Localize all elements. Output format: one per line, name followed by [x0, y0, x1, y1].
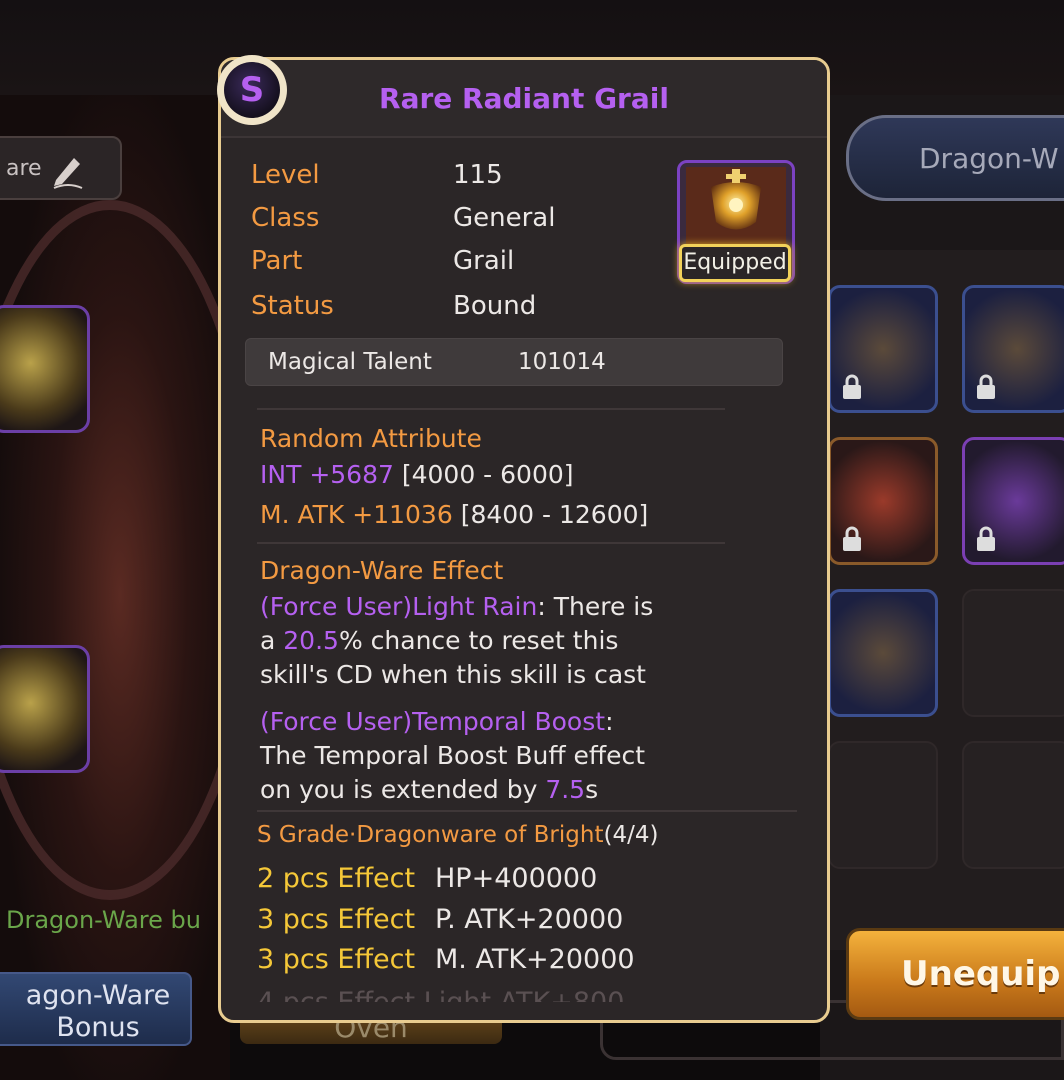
effect-1-text-b: a — [260, 626, 284, 655]
equipped-tag: Equipped — [679, 244, 791, 282]
effect-1-text-d: skill's CD when this skill is cast — [260, 660, 646, 689]
equipped-slot-1[interactable] — [0, 305, 90, 433]
set-effect-label: 3 pcs Effect — [257, 944, 416, 975]
pen-icon[interactable] — [48, 150, 88, 190]
effect-2-text-a: : — [605, 707, 614, 736]
int-attribute-line: INT +5687 [4000 - 6000] — [260, 460, 574, 489]
item-tooltip: Rare Radiant Grail Level 115 Class Gener… — [218, 57, 830, 1023]
effect-light-rain: (Force User)Light Rain: There is a 20.5%… — [260, 590, 780, 692]
lock-icon — [843, 374, 861, 399]
level-value: 115 — [453, 160, 503, 190]
talent-label: Magical Talent — [268, 349, 432, 375]
inventory-item[interactable] — [828, 437, 938, 565]
set-effect-value: M. ATK+20000 — [435, 944, 635, 975]
effect-2-text-c: on you is extended by — [260, 775, 546, 804]
int-range: [4000 - 6000] — [401, 460, 574, 489]
status-value: Bound — [453, 291, 537, 321]
matk-attribute-line: M. ATK +11036 [8400 - 12600] — [260, 500, 648, 529]
grail-item-icon — [686, 167, 786, 247]
set-effect-row: 3 pcs Effect P. ATK+20000 — [257, 904, 623, 935]
effect-1-percent: 20.5 — [283, 626, 339, 655]
inventory-item[interactable] — [962, 285, 1064, 413]
set-effect-row-clipped: 4 pcs Effect Light ATK+800 — [257, 988, 624, 1002]
lock-icon — [977, 374, 995, 399]
level-label: Level — [251, 160, 320, 190]
set-effect-label: 3 pcs Effect — [257, 904, 416, 935]
grade-badge: S — [217, 55, 287, 125]
magical-talent-bar: Magical Talent 101014 — [245, 338, 783, 386]
set-effect-row: 3 pcs Effect M. ATK+20000 — [257, 944, 635, 975]
effect-1-text-c: % chance to reset this — [338, 626, 619, 655]
set-effect-value: HP+400000 — [435, 863, 598, 894]
class-value: General — [453, 203, 556, 233]
rename-tab[interactable]: are — [0, 136, 122, 200]
talent-value: 101014 — [518, 349, 606, 375]
inventory-empty-slot — [962, 589, 1064, 717]
effect-2-text-b: The Temporal Boost Buff effect — [260, 741, 646, 770]
part-value: Grail — [453, 246, 515, 276]
divider — [257, 810, 797, 812]
dragon-ware-tab[interactable]: Dragon-W — [846, 115, 1064, 201]
rename-tab-label: are — [6, 155, 42, 181]
set-effect-row: 2 pcs Effect HP+400000 — [257, 863, 597, 894]
divider — [257, 542, 725, 544]
item-title: Rare Radiant Grail — [379, 82, 669, 115]
inventory-item[interactable] — [828, 285, 938, 413]
unequip-button-label: Unequip — [901, 954, 1061, 994]
dragon-ware-tab-label: Dragon-W — [919, 141, 1059, 175]
effect-temporal-boost: (Force User)Temporal Boost: The Temporal… — [260, 705, 780, 807]
int-name: INT — [260, 460, 302, 489]
status-label: Status — [251, 291, 334, 321]
lock-icon — [843, 526, 861, 551]
set-effect-value: P. ATK+20000 — [435, 904, 624, 935]
class-label: Class — [251, 203, 320, 233]
effect-1-text-a: : There is — [537, 592, 654, 621]
effect-2-seconds: 7.5 — [545, 775, 586, 804]
set-effect-label: 2 pcs Effect — [257, 863, 416, 894]
matk-value: +11036 — [352, 500, 453, 529]
set-title: S Grade·Dragonware of Bright(4/4) — [257, 822, 658, 848]
effect-2-name: (Force User)Temporal Boost — [260, 707, 606, 736]
effect-1-name: (Force User)Light Rain — [260, 592, 538, 621]
tooltip-header: Rare Radiant Grail — [221, 60, 827, 138]
inventory-item[interactable] — [828, 589, 938, 717]
set-name: S Grade·Dragonware of Bright — [257, 822, 604, 848]
inventory-item[interactable] — [962, 437, 1064, 565]
grade-s-icon: S — [224, 62, 280, 118]
set-count: (4/4) — [603, 822, 659, 848]
matk-name: M. ATK — [260, 500, 345, 529]
matk-range: [8400 - 12600] — [460, 500, 649, 529]
equipped-slot-2[interactable] — [0, 645, 90, 773]
part-label: Part — [251, 246, 303, 276]
inventory-empty-slot — [828, 741, 938, 869]
lock-icon — [977, 526, 995, 551]
bonus-hint-text: Dragon-Ware bu — [6, 906, 201, 934]
divider — [257, 408, 725, 410]
dragon-ware-bonus-button[interactable]: agon-Ware Bonus — [0, 972, 192, 1046]
effect-2-text-d: s — [585, 775, 599, 804]
random-attribute-title: Random Attribute — [260, 424, 482, 453]
inventory-empty-slot — [962, 741, 1064, 869]
unequip-button[interactable]: Unequip — [846, 928, 1064, 1020]
int-value: +5687 — [309, 460, 394, 489]
dragon-ware-effect-title: Dragon-Ware Effect — [260, 556, 504, 585]
